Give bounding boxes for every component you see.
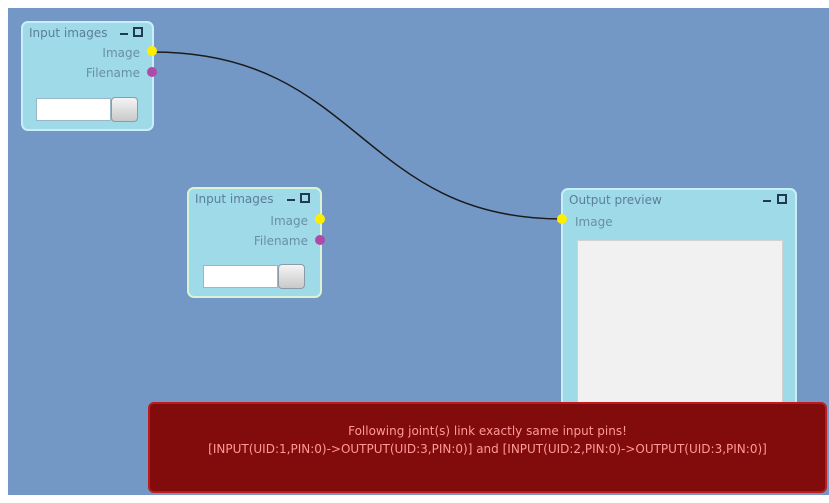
input-images-node-1[interactable]: Input images Image Filename [21, 21, 154, 131]
filename-input[interactable] [36, 98, 111, 121]
output-pin-filename[interactable] [315, 235, 325, 245]
error-toast: Following joint(s) link exactly same inp… [148, 402, 827, 493]
node-title: Input images [195, 192, 274, 206]
input-pin-image[interactable] [557, 214, 567, 224]
filename-input[interactable] [203, 265, 278, 288]
input-images-node-2[interactable]: Input images Image Filename [187, 187, 322, 298]
maximize-icon[interactable] [133, 27, 143, 37]
pin-label-filename: Filename [253, 234, 308, 248]
minimize-icon[interactable] [287, 199, 295, 201]
pin-label-image: Image [270, 214, 308, 228]
pin-label-image: Image [575, 215, 613, 229]
maximize-icon[interactable] [777, 194, 787, 204]
output-pin-filename[interactable] [147, 67, 157, 77]
minimize-icon[interactable] [763, 200, 771, 202]
pin-label-filename: Filename [85, 66, 140, 80]
maximize-icon[interactable] [300, 193, 310, 203]
output-pin-image[interactable] [147, 46, 157, 56]
image-preview-area [577, 240, 783, 410]
node-title: Input images [29, 26, 108, 40]
error-message-detail: [INPUT(UID:1,PIN:0)->OUTPUT(UID:3,PIN:0)… [208, 442, 767, 456]
minimize-icon[interactable] [120, 33, 128, 35]
output-pin-image[interactable] [315, 214, 325, 224]
browse-button[interactable] [278, 264, 305, 289]
error-message-title: Following joint(s) link exactly same inp… [348, 424, 627, 438]
pin-label-image: Image [102, 46, 140, 60]
browse-button[interactable] [111, 97, 138, 122]
node-title: Output preview [569, 193, 662, 207]
output-preview-node[interactable]: Output preview Image [561, 188, 797, 420]
